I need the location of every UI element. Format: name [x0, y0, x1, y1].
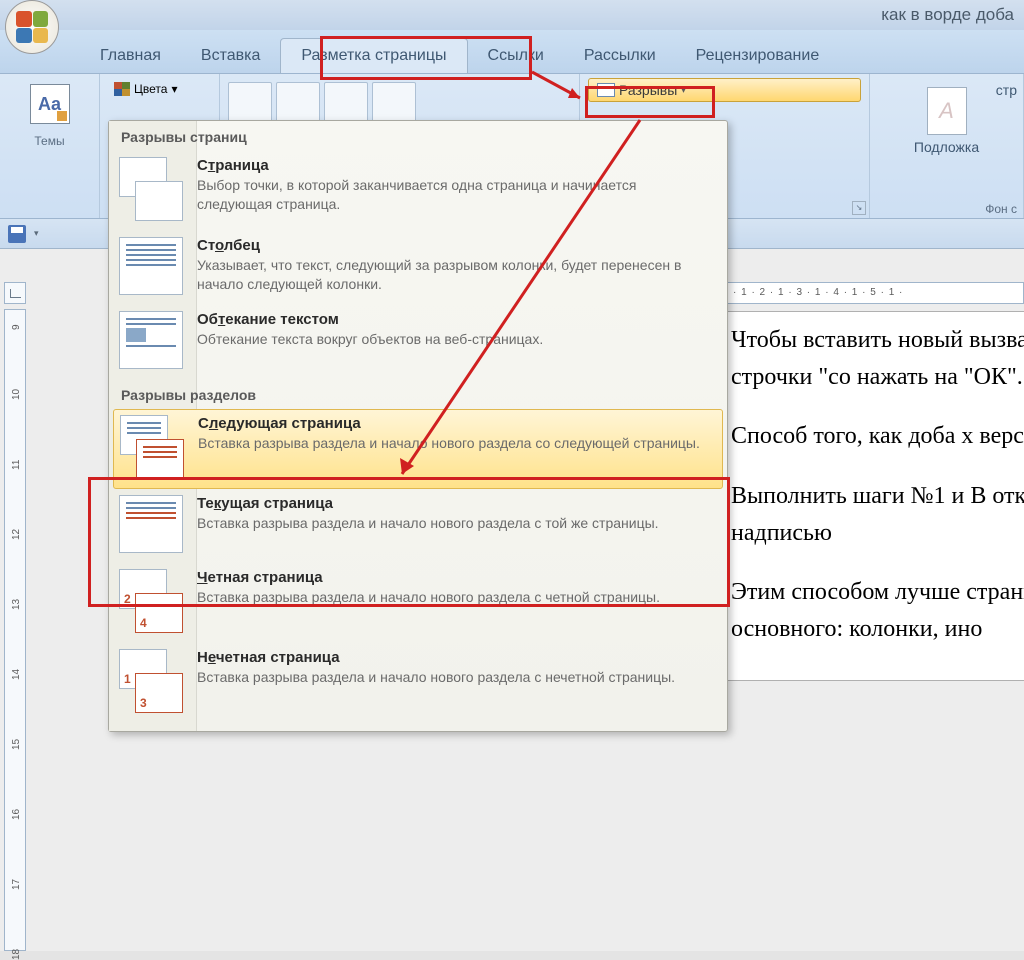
- page-color-partial: стр: [996, 82, 1017, 98]
- watermark-button[interactable]: Подложка: [878, 79, 1015, 163]
- group-page-background: Подложка стр Фон с: [870, 74, 1024, 218]
- watermark-label: Подложка: [914, 139, 979, 155]
- size-button[interactable]: [324, 82, 368, 122]
- doc-paragraph: Способ того, как доба х версиях сводится…: [731, 418, 1024, 455]
- break-evenpage-icon: 24: [119, 569, 183, 633]
- dropdown-arrow-icon: ▾: [171, 82, 177, 96]
- title-bar: как в ворде доба: [0, 0, 1024, 30]
- break-continuous-icon: [119, 495, 183, 553]
- tab-page-layout[interactable]: Разметка страницы: [280, 38, 467, 73]
- document-page[interactable]: Чтобы вставить новый вызвать окно "Разры…: [726, 311, 1024, 681]
- break-textwrap-icon: [119, 311, 183, 369]
- break-textwrap-desc: Обтекание текста вокруг объектов на веб-…: [197, 330, 715, 349]
- break-oddpage-title: Нечетная страница: [197, 649, 715, 666]
- break-column-item[interactable]: Столбец Указывает, что текст, следующий …: [109, 231, 727, 305]
- window-title: как в ворде доба: [881, 5, 1014, 25]
- break-nextpage-desc: Вставка разрыва раздела и начало нового …: [198, 434, 714, 453]
- tab-mailings[interactable]: Рассылки: [564, 39, 676, 73]
- breaks-button[interactable]: Разрывы ▾: [588, 78, 861, 102]
- ruler-corner[interactable]: [4, 282, 26, 304]
- themes-label: Темы: [8, 129, 91, 148]
- chevron-down-icon: ▾: [681, 85, 686, 96]
- orientation-button[interactable]: [276, 82, 320, 122]
- break-oddpage-desc: Вставка разрыва раздела и начало нового …: [197, 668, 715, 687]
- break-textwrap-title: Обтекание текстом: [197, 311, 715, 328]
- break-oddpage-icon: 13: [119, 649, 183, 713]
- break-column-desc: Указывает, что текст, следующий за разры…: [197, 256, 715, 294]
- page-setup-launcher-2[interactable]: ↘: [852, 201, 866, 215]
- breaks-dropdown: Разрывы страниц Страница Выбор точки, в …: [108, 120, 728, 732]
- breaks-icon: [597, 83, 615, 97]
- break-page-item[interactable]: Страница Выбор точки, в которой заканчив…: [109, 151, 727, 231]
- doc-paragraph: Чтобы вставить новый вызвать окно "Разры…: [731, 322, 1024, 396]
- group-themes: Aa Темы: [0, 74, 100, 218]
- dropdown-section-section-breaks: Разрывы разделов: [109, 379, 727, 409]
- vertical-ruler[interactable]: 9 10 11 12 13 14 15 16 17 18: [4, 309, 26, 951]
- break-continuous-desc: Вставка разрыва раздела и начало нового …: [197, 514, 715, 533]
- break-nextpage-title: Следующая страница: [198, 415, 714, 432]
- tab-home[interactable]: Главная: [80, 39, 181, 73]
- doc-paragraph: Этим способом лучше странице будет испол…: [731, 574, 1024, 648]
- break-evenpage-title: Четная страница: [197, 569, 715, 586]
- office-button[interactable]: [5, 0, 63, 58]
- ribbon-tabs: Главная Вставка Разметка страницы Ссылки…: [0, 30, 1024, 74]
- tab-review[interactable]: Рецензирование: [676, 39, 840, 73]
- watermark-icon: [927, 87, 967, 135]
- break-continuous-item[interactable]: Текущая страница Вставка разрыва раздела…: [109, 489, 727, 563]
- dropdown-section-page-breaks: Разрывы страниц: [109, 121, 727, 151]
- columns-button[interactable]: [372, 82, 416, 122]
- break-nextpage-icon: [120, 415, 184, 479]
- tab-references[interactable]: Ссылки: [468, 39, 564, 73]
- break-evenpage-item[interactable]: 24 Четная страница Вставка разрыва разде…: [109, 563, 727, 643]
- colors-button[interactable]: Цвета ▾: [108, 79, 211, 99]
- break-column-icon: [119, 237, 183, 295]
- qat-dropdown-icon[interactable]: ▾: [34, 228, 39, 239]
- break-textwrap-item[interactable]: Обтекание текстом Обтекание текста вокру…: [109, 305, 727, 379]
- margins-button[interactable]: [228, 82, 272, 122]
- break-page-desc: Выбор точки, в которой заканчивается одн…: [197, 176, 715, 214]
- break-page-icon: [119, 157, 183, 221]
- break-page-title: Страница: [197, 157, 715, 174]
- colors-label: Цвета: [134, 82, 167, 96]
- page-bg-group-label: Фон с: [985, 197, 1017, 216]
- breaks-label: Разрывы: [619, 82, 677, 98]
- themes-button[interactable]: Aa: [8, 79, 91, 129]
- break-continuous-title: Текущая страница: [197, 495, 715, 512]
- break-oddpage-item[interactable]: 13 Нечетная страница Вставка разрыва раз…: [109, 643, 727, 723]
- doc-paragraph: Выполнить шаги №1 и В открывшемся меню р…: [731, 478, 1024, 552]
- break-evenpage-desc: Вставка разрыва раздела и начало нового …: [197, 588, 715, 607]
- save-icon[interactable]: [8, 225, 26, 243]
- tab-insert[interactable]: Вставка: [181, 39, 280, 73]
- break-column-title: Столбец: [197, 237, 715, 254]
- horizontal-ruler[interactable]: · 1 · 2 · 1 · 3 · 1 · 4 · 1 · 5 · 1 ·: [726, 282, 1024, 304]
- break-nextpage-item[interactable]: Следующая страница Вставка разрыва разде…: [113, 409, 723, 489]
